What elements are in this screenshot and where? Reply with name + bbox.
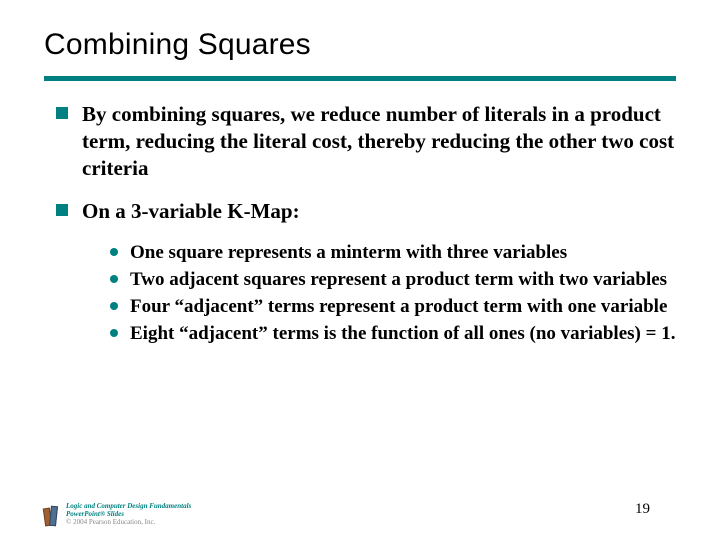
circle-bullet-icon	[110, 302, 118, 310]
slide-body: Combining Squares By combining squares, …	[0, 0, 720, 347]
footer-text: Logic and Computer Design Fundamentals P…	[66, 502, 191, 526]
title-underline	[44, 76, 676, 81]
footer-line-2: PowerPoint® Slides	[66, 510, 191, 518]
bullet-item: By combining squares, we reduce number o…	[44, 101, 676, 182]
footer-line-1: Logic and Computer Design Fundamentals	[66, 502, 191, 510]
square-bullet-icon	[56, 204, 68, 216]
slide-title: Combining Squares	[44, 28, 676, 62]
books-icon	[44, 508, 58, 526]
page-number: 19	[635, 501, 650, 518]
bullet-text: By combining squares, we reduce number o…	[82, 101, 676, 182]
sub-bullet-item: One square represents a minterm with thr…	[82, 241, 676, 265]
bullet-item: On a 3-variable K-Map:	[44, 198, 676, 225]
sub-bullet-text: Four “adjacent” terms represent a produc…	[130, 295, 667, 319]
sub-bullet-text: One square represents a minterm with thr…	[130, 241, 567, 265]
footer: Logic and Computer Design Fundamentals P…	[44, 502, 191, 526]
circle-bullet-icon	[110, 329, 118, 337]
circle-bullet-icon	[110, 275, 118, 283]
sub-bullet-item: Four “adjacent” terms represent a produc…	[82, 295, 676, 319]
sub-bullet-list: One square represents a minterm with thr…	[44, 241, 676, 347]
sub-bullet-text: Eight “adjacent” terms is the function o…	[130, 322, 675, 346]
square-bullet-icon	[56, 107, 68, 119]
sub-bullet-item: Two adjacent squares represent a product…	[82, 268, 676, 292]
circle-bullet-icon	[110, 248, 118, 256]
footer-copyright: © 2004 Pearson Education, Inc.	[66, 518, 191, 526]
bullet-text: On a 3-variable K-Map:	[82, 198, 300, 225]
sub-bullet-item: Eight “adjacent” terms is the function o…	[82, 322, 676, 346]
sub-bullet-text: Two adjacent squares represent a product…	[130, 268, 667, 292]
